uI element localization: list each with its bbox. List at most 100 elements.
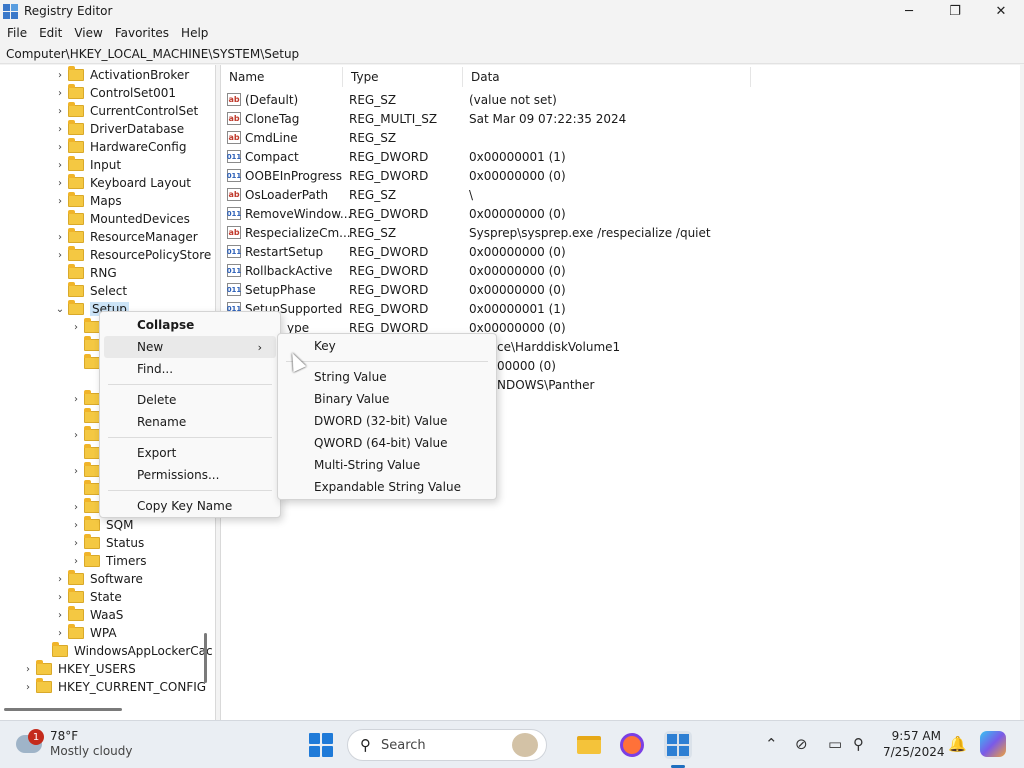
column-header-type[interactable]: Type — [343, 67, 463, 87]
menu-copy-key-name[interactable]: Copy Key Name — [100, 495, 280, 517]
menu-new[interactable]: New › — [104, 336, 276, 358]
chevron-right-icon[interactable]: › — [54, 142, 66, 153]
value-row[interactable]: 011 RollbackActive REG_DWORD 0x00000000 (0) — [227, 261, 566, 280]
tree-item-rng[interactable]: RNG — [54, 264, 117, 282]
menu-collapse[interactable]: Collapse — [100, 314, 280, 336]
chevron-right-icon[interactable]: › — [70, 502, 82, 513]
tree-item-input[interactable]: › Input — [54, 156, 121, 174]
registry-editor-taskbar-button[interactable] — [664, 731, 692, 759]
menu-help[interactable]: Help — [175, 26, 214, 40]
tree-item-keyboard-layout[interactable]: › Keyboard Layout — [54, 174, 191, 192]
menu-view[interactable]: View — [68, 26, 108, 40]
menu-rename[interactable]: Rename — [100, 411, 280, 433]
menu-favorites[interactable]: Favorites — [109, 26, 175, 40]
tree-item-mounteddevices[interactable]: MountedDevices — [54, 210, 190, 228]
tree-item-controlset001[interactable]: › ControlSet001 — [54, 84, 176, 102]
tree-item-state[interactable]: › State — [54, 588, 122, 606]
display-icon[interactable]: ▭ — [828, 735, 842, 753]
tree-item-resourcemanager[interactable]: › ResourceManager — [54, 228, 198, 246]
value-row[interactable]: 011 Compact REG_DWORD 0x00000001 (1) — [227, 147, 566, 166]
chevron-right-icon[interactable]: › — [54, 574, 66, 585]
chevron-right-icon[interactable]: › — [70, 394, 82, 405]
firefox-taskbar-button[interactable] — [618, 731, 646, 759]
chevron-right-icon[interactable]: › — [22, 682, 34, 693]
weather-widget[interactable]: 1 78°F Mostly cloudy — [16, 729, 133, 759]
value-row[interactable]: ab RespecializeCm... REG_SZ Sysprep\sysprep… — [227, 223, 711, 242]
chevron-right-icon[interactable]: › — [54, 232, 66, 243]
chevron-right-icon[interactable]: › — [54, 250, 66, 261]
column-header-data[interactable]: Data — [463, 67, 751, 87]
network-offline-icon[interactable]: ⊘ — [795, 735, 808, 753]
chevron-right-icon[interactable]: › — [54, 88, 66, 99]
chevron-right-icon[interactable]: › — [70, 538, 82, 549]
submenu-expandable-string-value[interactable]: Expandable String Value — [278, 476, 496, 498]
copilot-icon[interactable] — [980, 731, 1006, 757]
close-button[interactable]: ✕ — [978, 0, 1024, 22]
menu-export[interactable]: Export — [100, 442, 280, 464]
tree-item-status[interactable]: › Status — [70, 534, 144, 552]
submenu-qword-value[interactable]: QWORD (64-bit) Value — [278, 432, 496, 454]
tree-item-currentcontrolset[interactable]: › CurrentControlSet — [54, 102, 198, 120]
file-explorer-taskbar-button[interactable] — [575, 731, 603, 759]
show-hidden-icons-chevron-icon[interactable]: ⌃ — [765, 735, 778, 753]
chevron-right-icon[interactable]: › — [54, 628, 66, 639]
menu-edit[interactable]: Edit — [33, 26, 68, 40]
start-button[interactable] — [309, 733, 333, 757]
chevron-right-icon[interactable]: › — [70, 430, 82, 441]
chevron-right-icon[interactable]: › — [54, 124, 66, 135]
chevron-right-icon[interactable]: › — [22, 664, 34, 675]
address-bar[interactable]: Computer\HKEY_LOCAL_MACHINE\SYSTEM\Setup — [0, 44, 1024, 64]
tree-item-driverdatabase[interactable]: › DriverDatabase — [54, 120, 184, 138]
submenu-binary-value[interactable]: Binary Value — [278, 388, 496, 410]
tree-item-select[interactable]: Select — [54, 282, 127, 300]
tree-item-hardwareconfig[interactable]: › HardwareConfig — [54, 138, 186, 156]
chevron-right-icon[interactable]: › — [54, 610, 66, 621]
tree-item-resourcepolicystore[interactable]: › ResourcePolicyStore — [54, 246, 211, 264]
value-row[interactable]: 011 SetupPhase REG_DWORD 0x00000000 (0) — [227, 280, 566, 299]
tree-vertical-scrollbar[interactable] — [204, 633, 207, 683]
maximize-button[interactable]: ❐ — [932, 0, 978, 22]
tree-item-wpa[interactable]: › WPA — [54, 624, 117, 642]
chevron-right-icon[interactable]: › — [54, 160, 66, 171]
tree-item-waas[interactable]: › WaaS — [54, 606, 123, 624]
tree-item-software[interactable]: › Software — [54, 570, 143, 588]
submenu-multi-string-value[interactable]: Multi-String Value — [278, 454, 496, 476]
notification-bell-icon[interactable]: 🔔 — [948, 735, 967, 753]
tree-item-sqm[interactable]: › SQM — [70, 516, 133, 534]
value-row[interactable]: ab CloneTag REG_MULTI_SZ Sat Mar 09 07:22:3… — [227, 109, 626, 128]
tree-item-hkey-current-config[interactable]: › HKEY_CURRENT_CONFIG — [22, 678, 206, 696]
tree-item-activationbroker[interactable]: › ActivationBroker — [54, 66, 189, 84]
chevron-right-icon[interactable]: › — [70, 322, 82, 333]
minimize-button[interactable]: ─ — [886, 0, 932, 22]
menu-find[interactable]: Find... — [100, 358, 280, 380]
system-clock[interactable]: 9:57 AM 7/25/2024 — [883, 728, 945, 760]
chevron-right-icon[interactable]: › — [54, 106, 66, 117]
wifi-volume-icon[interactable]: ⚲ — [853, 735, 864, 753]
tree-item-timers[interactable]: › Timers — [70, 552, 147, 570]
submenu-string-value[interactable]: String Value — [278, 366, 496, 388]
chevron-right-icon[interactable]: › — [70, 466, 82, 477]
submenu-key[interactable]: Key — [278, 335, 496, 357]
taskbar-search[interactable]: ⚲ Search — [347, 729, 547, 761]
chevron-right-icon[interactable]: › — [70, 556, 82, 567]
tree-horizontal-scrollbar[interactable] — [4, 708, 122, 711]
chevron-right-icon[interactable]: › — [54, 592, 66, 603]
value-row[interactable]: 011 RemoveWindow... REG_DWORD 0x00000000 (0… — [227, 204, 566, 223]
submenu-dword-value[interactable]: DWORD (32-bit) Value — [278, 410, 496, 432]
value-row[interactable]: 011 OOBEInProgress REG_DWORD 0x00000000 (0) — [227, 166, 566, 185]
chevron-right-icon[interactable]: › — [54, 196, 66, 207]
chevron-right-icon[interactable]: › — [54, 178, 66, 189]
chevron-right-icon[interactable]: › — [54, 70, 66, 81]
value-row[interactable]: ab CmdLine REG_SZ — [227, 128, 396, 147]
chevron-right-icon[interactable]: › — [70, 520, 82, 531]
tree-item-maps[interactable]: › Maps — [54, 192, 122, 210]
value-row[interactable]: 011 RestartSetup REG_DWORD 0x00000000 (0) — [227, 242, 566, 261]
value-row[interactable]: ab (Default) REG_SZ (value not set) — [227, 90, 557, 109]
column-header-name[interactable]: Name — [221, 67, 343, 87]
chevron-down-icon[interactable]: ⌄ — [54, 304, 66, 315]
menu-delete[interactable]: Delete — [100, 389, 280, 411]
menu-permissions[interactable]: Permissions... — [100, 464, 280, 486]
value-row[interactable]: ab OsLoaderPath REG_SZ \ — [227, 185, 473, 204]
tree-item-windowsapplockercache[interactable]: WindowsAppLockerCac — [38, 642, 213, 660]
menu-file[interactable]: File — [0, 26, 33, 40]
